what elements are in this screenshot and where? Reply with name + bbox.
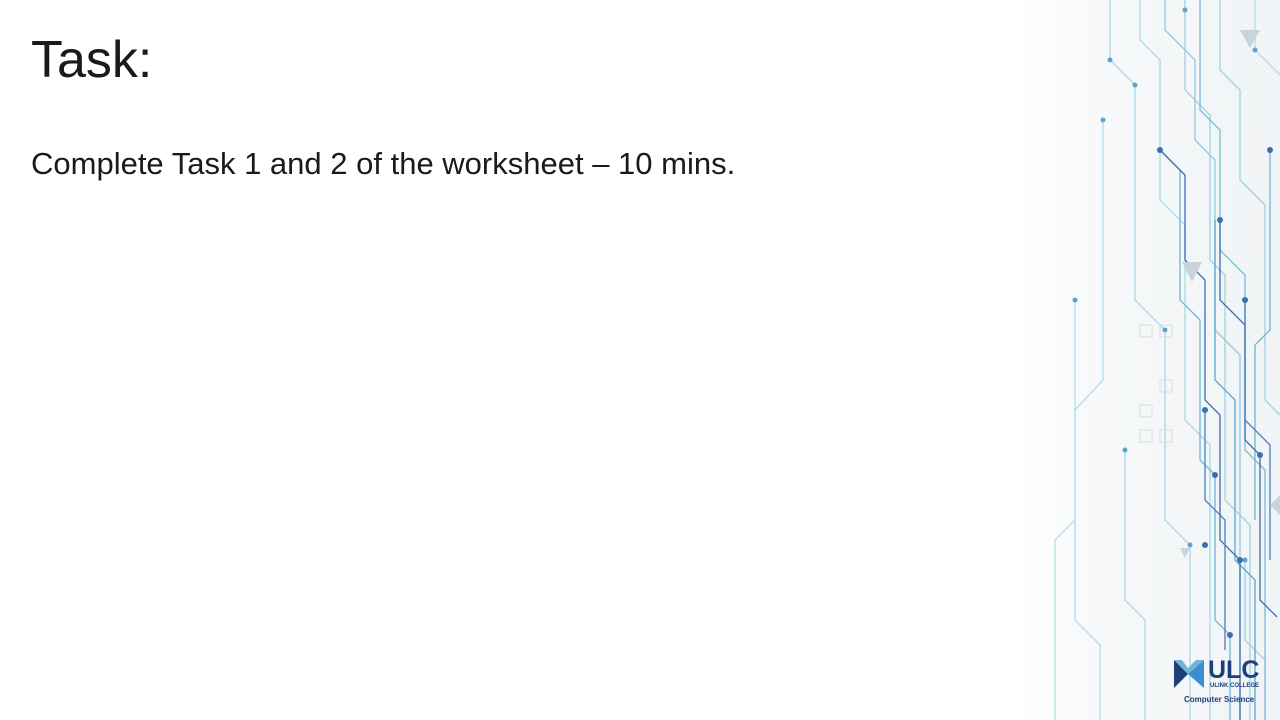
slide: Task: Complete Task 1 and 2 of the works… — [0, 0, 1280, 720]
ulc-logo: ULC ULINK COLLEGE Computer Science — [1172, 656, 1272, 706]
circuit-lines-graphic — [1054, 0, 1280, 720]
ulc-logo-mark-icon — [1174, 660, 1204, 688]
logo-subtitle: ULINK COLLEGE — [1210, 683, 1259, 689]
logo-name: ULC — [1208, 656, 1260, 684]
slide-body-text: Complete Task 1 and 2 of the worksheet –… — [31, 146, 736, 181]
slide-title: Task: — [31, 31, 153, 89]
logo-department: Computer Science — [1184, 695, 1255, 704]
circuit-decoration: ULC ULINK COLLEGE Computer Science — [1015, 0, 1280, 720]
